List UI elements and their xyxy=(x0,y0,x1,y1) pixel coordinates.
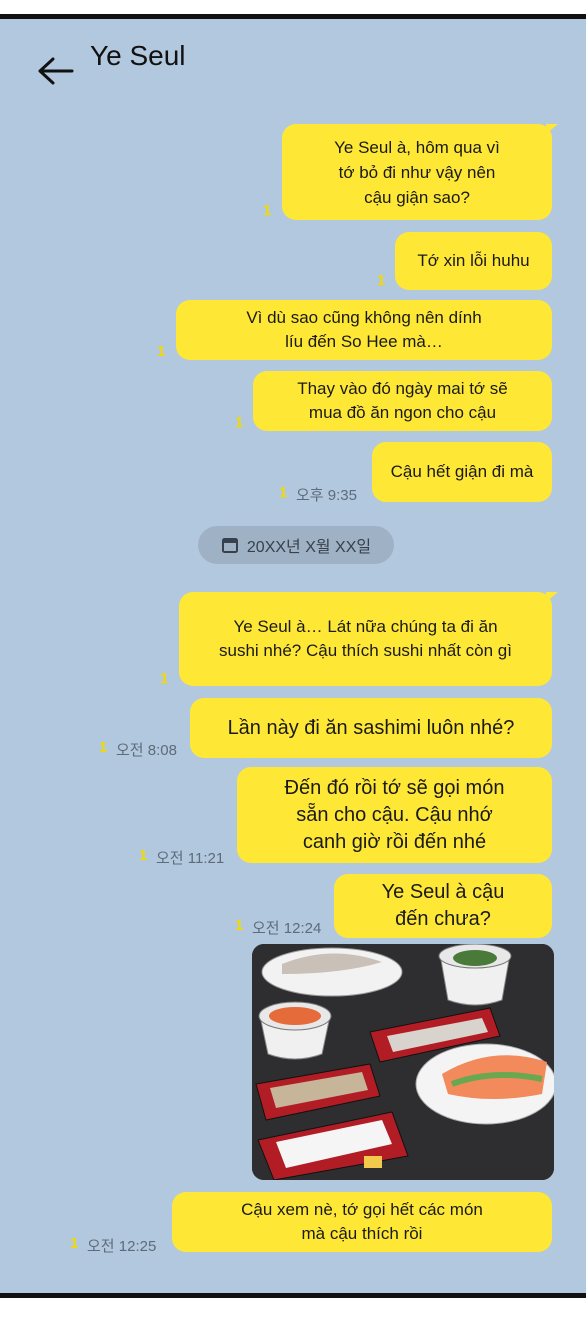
message-bubble[interactable]: Vì dù sao cũng không nên dính líu đến So… xyxy=(176,300,552,360)
message-time: 오전 11:21 xyxy=(156,850,225,867)
unread-count: 1 xyxy=(263,202,272,219)
message-bubble[interactable]: Thay vào đó ngày mai tớ sẽ mua đồ ăn ngo… xyxy=(253,371,552,431)
unread-count: 1 xyxy=(139,847,148,864)
message-bubble[interactable]: Cậu hết giận đi mà xyxy=(372,442,552,502)
message-bubble[interactable]: Cậu xem nè, tớ gọi hết các món mà cậu th… xyxy=(172,1192,552,1252)
unread-count: 1 xyxy=(160,670,169,687)
date-divider: 20XX년 X월 XX일 xyxy=(198,526,394,564)
message-bubble[interactable]: Ye Seul à… Lát nữa chúng ta đi ăn sushi … xyxy=(179,592,552,686)
message-bubble[interactable]: Tớ xin lỗi huhu xyxy=(395,232,552,290)
calendar-icon xyxy=(221,538,238,553)
message-time: 오후 9:35 xyxy=(296,487,357,504)
unread-count: 1 xyxy=(235,917,244,934)
message-time: 오전 12:24 xyxy=(252,920,322,937)
food-illustration xyxy=(252,944,554,1180)
unread-count: 1 xyxy=(70,1235,79,1252)
message-bubble[interactable]: Đến đó rồi tớ sẽ gọi món sẵn cho cậu. Cậ… xyxy=(237,767,552,863)
message-bubble[interactable]: Ye Seul à, hôm qua vì tớ bỏ đi như vậy n… xyxy=(282,124,552,220)
arrow-left-icon[interactable] xyxy=(38,56,74,86)
message-time: 오전 8:08 xyxy=(116,742,177,759)
chat-header: Ye Seul xyxy=(0,24,586,94)
unread-count: 1 xyxy=(157,343,166,360)
bubble-tail xyxy=(546,124,558,134)
message-bubble[interactable]: Ye Seul à cậu đến chưa? xyxy=(334,874,552,938)
date-divider-label: 20XX년 X월 XX일 xyxy=(246,539,372,556)
unread-count: 1 xyxy=(377,272,386,289)
unread-count: 1 xyxy=(279,484,288,501)
message-bubble[interactable]: Lần này đi ăn sashimi luôn nhé? xyxy=(190,698,552,758)
unread-count: 1 xyxy=(235,414,244,431)
chat-title: Ye Seul xyxy=(90,40,186,71)
message-time: 오전 12:25 xyxy=(87,1238,157,1255)
food-photo-image[interactable] xyxy=(252,944,554,1180)
bubble-tail xyxy=(546,592,558,602)
unread-count: 1 xyxy=(99,739,108,756)
